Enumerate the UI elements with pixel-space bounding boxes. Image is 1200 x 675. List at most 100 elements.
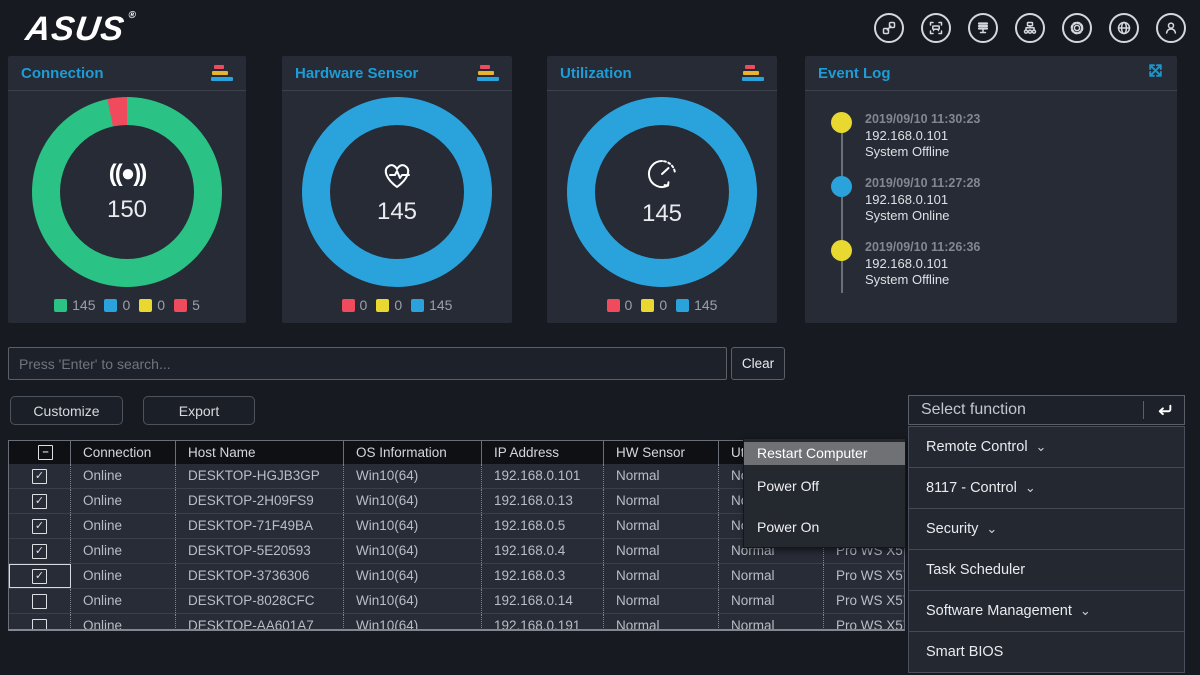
table-row[interactable]: Online DESKTOP-AA601A7 Win10(64) 192.168… bbox=[9, 614, 904, 631]
cell-os: Win10(64) bbox=[344, 564, 482, 588]
export-button[interactable]: Export bbox=[143, 396, 255, 425]
globe-icon[interactable] bbox=[1109, 13, 1139, 43]
search-input[interactable] bbox=[8, 347, 727, 380]
cell-model: Pro WS X57 bbox=[824, 614, 904, 631]
cell-ip: 192.168.0.101 bbox=[482, 464, 604, 488]
utilization-card: Utilization 145 0 0 145 bbox=[547, 56, 777, 323]
header-connection[interactable]: Connection bbox=[71, 441, 176, 464]
cell-hw-sensor: Normal bbox=[604, 464, 719, 488]
chevron-down-icon: ⌄ bbox=[986, 524, 997, 534]
hardware-sensor-donut-chart: 145 bbox=[302, 97, 492, 287]
function-item-software-management[interactable]: Software Management ⌄ bbox=[909, 591, 1184, 632]
event-dot bbox=[831, 240, 852, 261]
function-item-8117-control[interactable]: 8117 - Control ⌄ bbox=[909, 468, 1184, 509]
table-row[interactable]: Online DESKTOP-3736306 Win10(64) 192.168… bbox=[9, 564, 904, 589]
bar-chart-toggle-icon[interactable] bbox=[211, 65, 233, 81]
card-title: Hardware Sensor bbox=[295, 65, 418, 82]
utilization-legend: 0 0 145 bbox=[547, 297, 777, 313]
legend-swatch bbox=[54, 299, 67, 312]
header-hw-sensor[interactable]: HW Sensor bbox=[604, 441, 719, 464]
chevron-down-icon: ⌄ bbox=[1025, 483, 1036, 493]
connection-card: Connection ((●)) 150 145 0 0 5 bbox=[8, 56, 246, 323]
cell-host-name: DESKTOP-AA601A7 bbox=[176, 614, 344, 631]
row-checkbox[interactable] bbox=[32, 519, 47, 534]
legend-swatch bbox=[174, 299, 187, 312]
cell-os: Win10(64) bbox=[344, 589, 482, 613]
function-item-security[interactable]: Security ⌄ bbox=[909, 509, 1184, 550]
legend-swatch bbox=[607, 299, 620, 312]
legend-swatch bbox=[104, 299, 117, 312]
select-function-label: Select function bbox=[909, 401, 1143, 419]
select-all-cell bbox=[9, 441, 71, 464]
event-status: System Offline bbox=[865, 144, 1177, 160]
menu-item-power-on[interactable]: Power On bbox=[744, 506, 905, 547]
cell-ip: 192.168.0.13 bbox=[482, 489, 604, 513]
server-icon[interactable] bbox=[968, 13, 998, 43]
top-bar: ASUS® bbox=[0, 0, 1200, 56]
header-os-information[interactable]: OS Information bbox=[344, 441, 482, 464]
cell-connection: Online bbox=[71, 539, 176, 563]
context-menu: Restart Computer Power Off Power On bbox=[743, 438, 906, 548]
function-panel: Remote Control ⌄ 8117 - Control ⌄ Securi… bbox=[908, 426, 1185, 673]
gauge-icon bbox=[644, 156, 680, 192]
row-checkbox[interactable] bbox=[32, 544, 47, 559]
network-topology-icon[interactable] bbox=[1015, 13, 1045, 43]
event-dot bbox=[831, 176, 852, 197]
menu-item-restart-computer[interactable]: Restart Computer bbox=[744, 442, 905, 465]
settings-gear-icon[interactable] bbox=[1062, 13, 1092, 43]
asus-control-center-dashboard: ASUS® Connection bbox=[0, 0, 1200, 675]
event-status: System Online bbox=[865, 208, 1177, 224]
card-title: Connection bbox=[21, 65, 104, 82]
row-checkbox[interactable] bbox=[32, 619, 47, 632]
cell-ip: 192.168.0.3 bbox=[482, 564, 604, 588]
header-host-name[interactable]: Host Name bbox=[176, 441, 344, 464]
bar-chart-toggle-icon[interactable] bbox=[477, 65, 499, 81]
menu-item-power-off[interactable]: Power Off bbox=[744, 465, 905, 506]
cell-os: Win10(64) bbox=[344, 614, 482, 631]
scan-deploy-icon[interactable] bbox=[921, 13, 951, 43]
header-ip-address[interactable]: IP Address bbox=[482, 441, 604, 464]
cell-host-name: DESKTOP-3736306 bbox=[176, 564, 344, 588]
cell-os: Win10(64) bbox=[344, 514, 482, 538]
select-function-dropdown[interactable]: Select function bbox=[908, 395, 1185, 425]
event-log-entry: 2019/09/10 11:26:36 192.168.0.101 System… bbox=[805, 239, 1177, 288]
legend-swatch bbox=[139, 299, 152, 312]
row-checkbox[interactable] bbox=[32, 594, 47, 609]
user-account-icon[interactable] bbox=[1156, 13, 1186, 43]
function-item-remote-control[interactable]: Remote Control ⌄ bbox=[909, 427, 1184, 468]
cell-host-name: DESKTOP-71F49BA bbox=[176, 514, 344, 538]
row-checkbox[interactable] bbox=[32, 469, 47, 484]
bar-chart-toggle-icon[interactable] bbox=[742, 65, 764, 81]
event-log-card: Event Log 2019/09/10 11:30:23 192.168.0.… bbox=[805, 56, 1177, 323]
customize-button[interactable]: Customize bbox=[10, 396, 123, 425]
cell-connection: Online bbox=[71, 589, 176, 613]
return-icon[interactable] bbox=[1144, 403, 1184, 418]
cell-connection: Online bbox=[71, 614, 176, 631]
table-row[interactable]: Online DESKTOP-8028CFC Win10(64) 192.168… bbox=[9, 589, 904, 614]
utilization-total: 145 bbox=[642, 200, 682, 228]
event-dot bbox=[831, 112, 852, 133]
cell-connection: Online bbox=[71, 489, 176, 513]
event-ip: 192.168.0.101 bbox=[865, 128, 1177, 144]
remote-link-icon[interactable] bbox=[874, 13, 904, 43]
clear-button[interactable]: Clear bbox=[731, 347, 785, 380]
cell-host-name: DESKTOP-8028CFC bbox=[176, 589, 344, 613]
function-item-task-scheduler[interactable]: Task Scheduler ⌄ bbox=[909, 550, 1184, 591]
cell-os: Win10(64) bbox=[344, 539, 482, 563]
cell-utilization: Normal bbox=[719, 589, 824, 613]
cell-ip: 192.168.0.4 bbox=[482, 539, 604, 563]
legend-swatch bbox=[641, 299, 654, 312]
cell-hw-sensor: Normal bbox=[604, 539, 719, 563]
event-timestamp: 2019/09/10 11:30:23 bbox=[865, 111, 1177, 128]
hardware-sensor-card: Hardware Sensor 145 0 0 145 bbox=[282, 56, 512, 323]
row-checkbox[interactable] bbox=[32, 569, 47, 584]
function-item-smart-bios[interactable]: Smart BIOS ⌄ bbox=[909, 632, 1184, 672]
expand-icon[interactable] bbox=[1147, 62, 1164, 84]
row-checkbox[interactable] bbox=[32, 494, 47, 509]
event-ip: 192.168.0.101 bbox=[865, 256, 1177, 272]
hardware-sensor-legend: 0 0 145 bbox=[282, 297, 512, 313]
cell-hw-sensor: Normal bbox=[604, 589, 719, 613]
select-all-checkbox[interactable] bbox=[38, 445, 53, 460]
legend-swatch bbox=[376, 299, 389, 312]
heart-pulse-icon bbox=[379, 158, 415, 190]
